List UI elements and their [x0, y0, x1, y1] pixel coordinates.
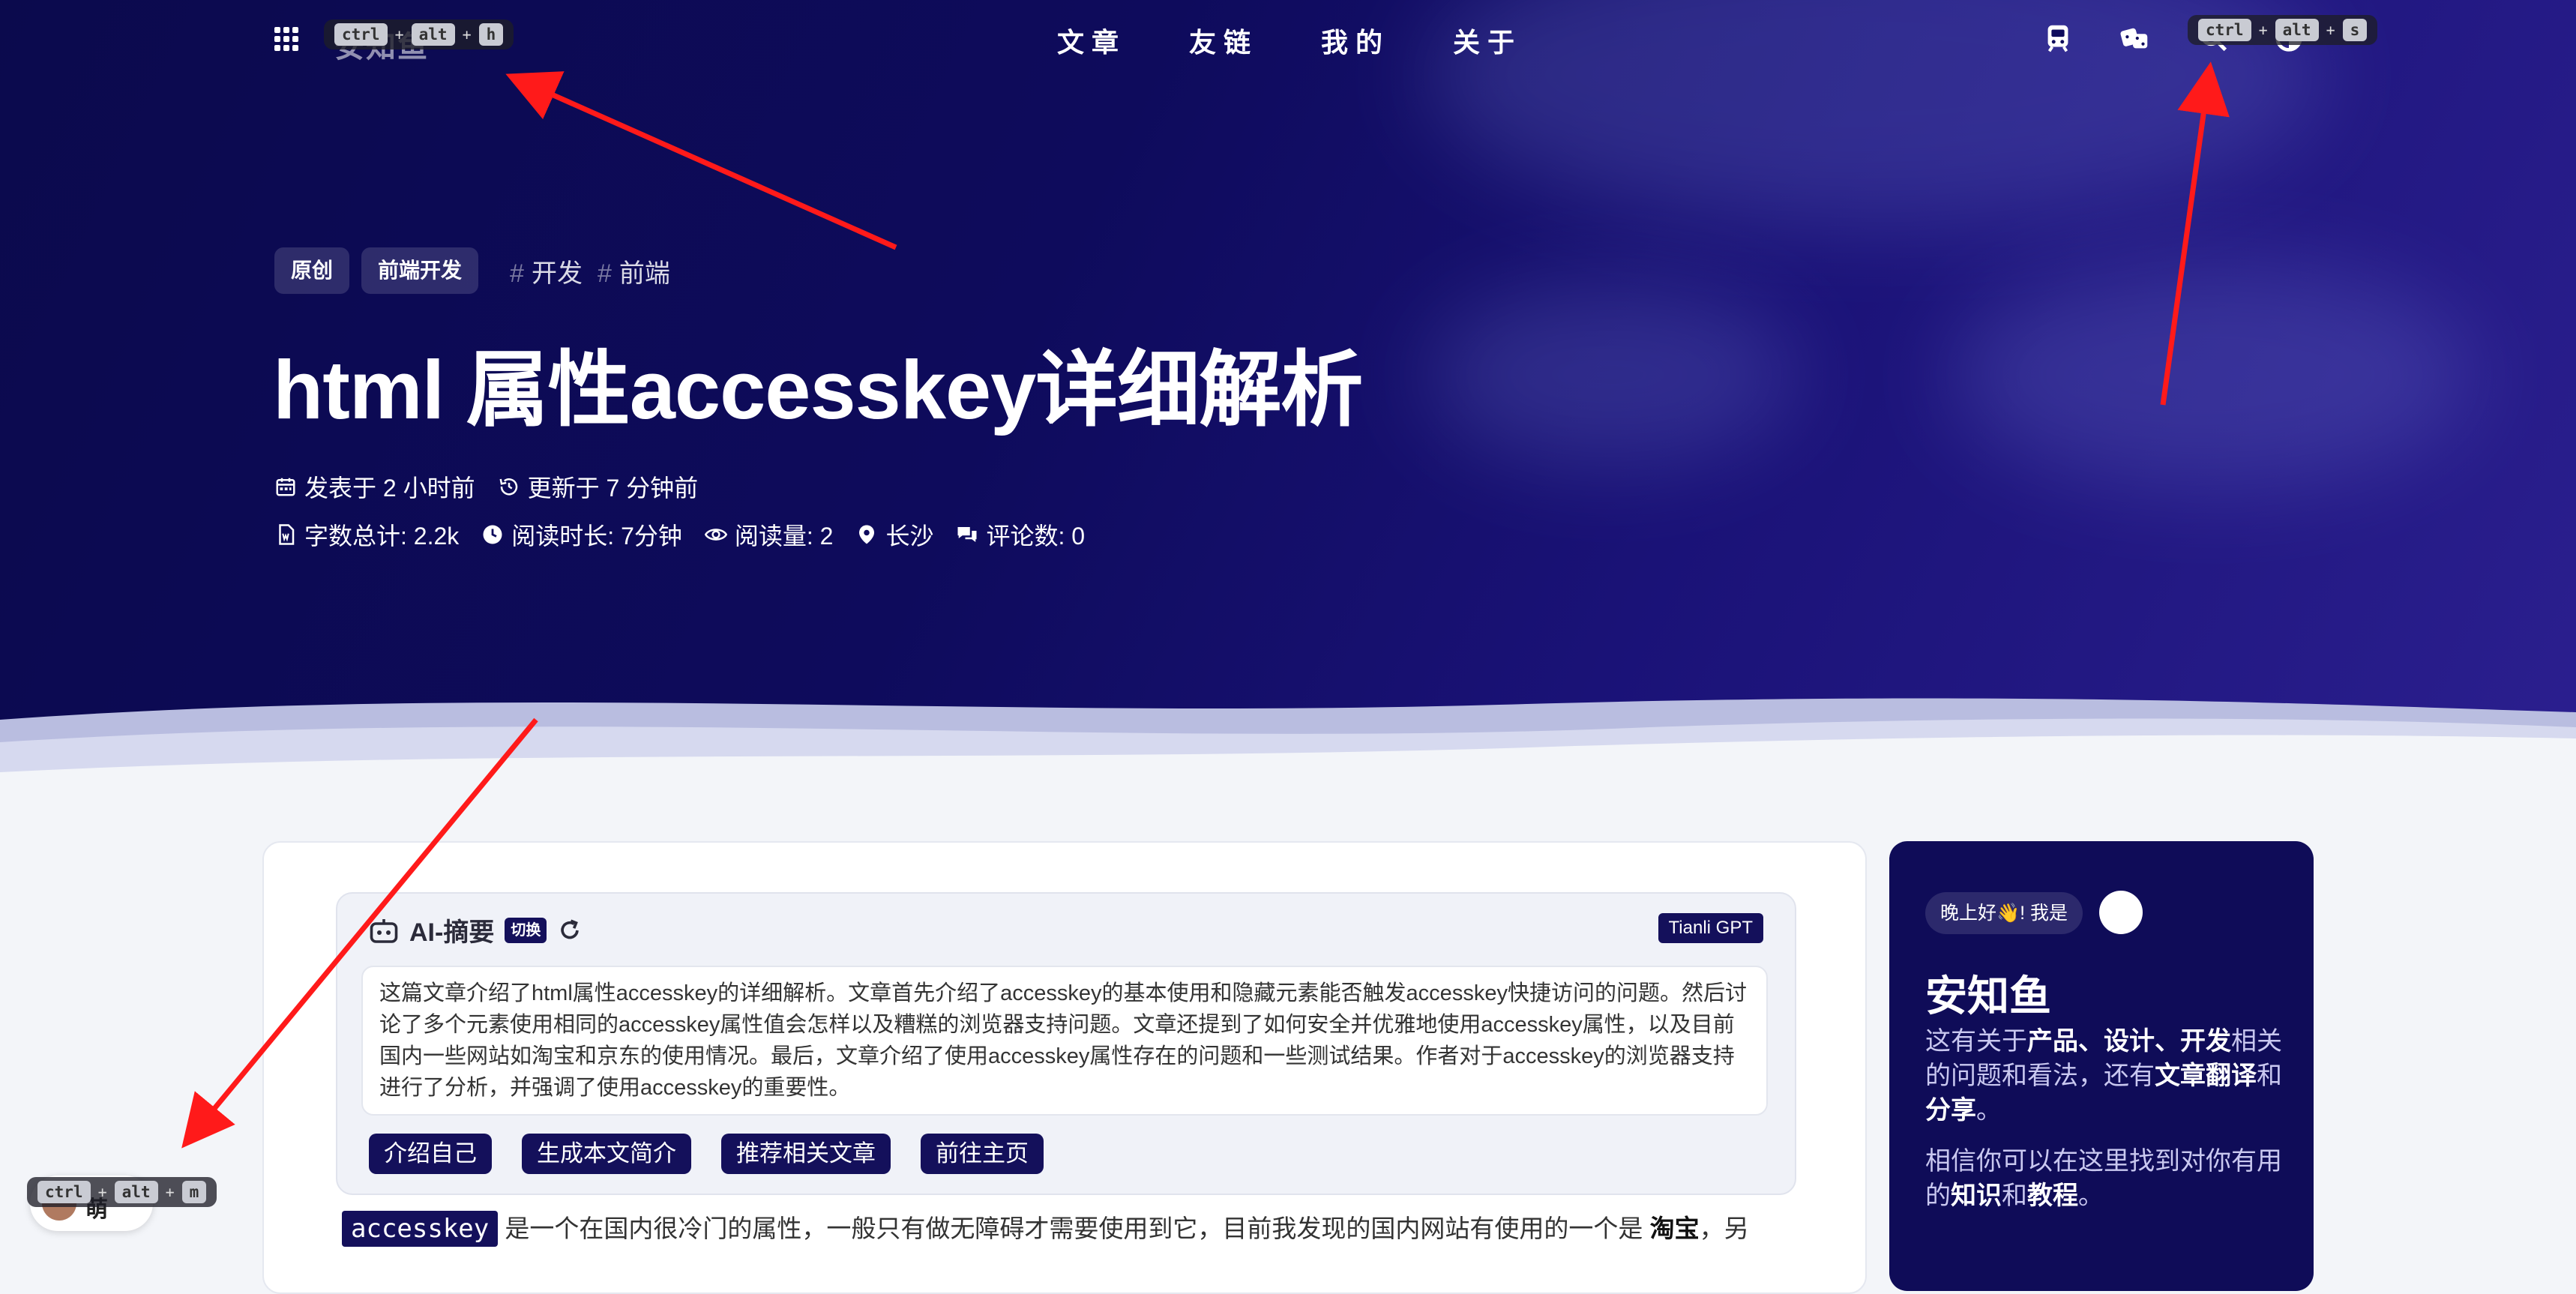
- wave-divider: [0, 698, 2576, 795]
- meta-comments-text: 评论数: 0: [986, 523, 1086, 550]
- paragraph-text-a: 是一个在国内很冷门的属性，一般只有做无障碍才需要使用到它，目前我发现的国内网站有…: [498, 1215, 1650, 1242]
- robot-icon: [370, 918, 398, 943]
- clock-icon: [483, 525, 502, 544]
- ai-actions: 介绍自己 生成本文简介 推荐相关文章 前往主页: [369, 1134, 1044, 1174]
- paragraph-bold: 淘宝: [1649, 1215, 1700, 1242]
- tag-category[interactable]: 前端开发: [361, 247, 479, 294]
- desc-bold: 知识: [1951, 1182, 2002, 1210]
- meta-readtime: 阅读时长: 7分钟: [481, 517, 682, 552]
- article-card: AI-摘要 切换 Tianli GPT 这篇文章介绍了html属性accessk…: [262, 841, 1867, 1294]
- desc-text: 。: [1976, 1096, 2002, 1125]
- meta-wordcount-text: 字数总计: 2.2k: [304, 523, 460, 550]
- article-paragraph: accesskey 是一个在国内很冷门的属性，一般只有做无障碍才需要使用到它，目…: [342, 1209, 1749, 1249]
- post-tags: 原创 前端开发 # 开发 # 前端: [274, 247, 670, 294]
- key-alt: alt: [114, 1181, 158, 1203]
- hashtag-dev[interactable]: # 开发: [510, 253, 583, 289]
- menu-item-articles[interactable]: 文章: [1057, 21, 1189, 60]
- key-h: h: [478, 23, 504, 46]
- shortcut-hint-home: ctrl + alt + h: [324, 19, 514, 49]
- meta-location: 长沙: [855, 517, 933, 552]
- desc-text: 和: [2002, 1182, 2027, 1210]
- meta-published: 发表于 2 小时前: [274, 469, 475, 504]
- shortcut-hint-search: ctrl + alt + s: [2188, 15, 2378, 45]
- desc-bold: 文章翻译: [2155, 1062, 2257, 1090]
- calendar-icon: [276, 478, 295, 496]
- ai-summary-header: AI-摘要 切换: [369, 912, 583, 948]
- meta-published-text: 发表于 2 小时前: [304, 475, 475, 502]
- eye-icon: [704, 529, 727, 541]
- meta-updated-text: 更新于 7 分钟前: [527, 475, 699, 502]
- author-description-2: 相信你可以在这里找到对你有用的知识和教程。: [1925, 1144, 2285, 1213]
- switch-button[interactable]: 切换: [505, 917, 547, 943]
- desc-text: 。: [2078, 1182, 2104, 1210]
- inline-code: accesskey: [342, 1211, 499, 1247]
- shortcut-hint-music: ctrl + alt + m: [27, 1177, 217, 1207]
- hashtag-label: 前端: [619, 259, 670, 288]
- recommend-articles-button[interactable]: 推荐相关文章: [721, 1134, 891, 1174]
- main-menu: 文章 友链 我的 关于: [1057, 21, 1585, 60]
- meta-comments[interactable]: 评论数: 0: [956, 517, 1085, 552]
- desc-bold: 产品、设计、开发: [2027, 1027, 2231, 1056]
- author-card: 晚上好👋! 我是 ✍ 安知鱼 这有关于产品、设计、开发相关的问题和看法，还有文章…: [1889, 841, 2314, 1291]
- meta-updated: 更新于 7 分钟前: [498, 469, 699, 504]
- meta-views-text: 阅读量: 2: [734, 523, 834, 550]
- author-description: 这有关于产品、设计、开发相关的问题和看法，还有文章翻译和分享。: [1925, 1024, 2285, 1128]
- generate-summary-button[interactable]: 生成本文简介: [522, 1134, 691, 1174]
- menu-item-links[interactable]: 友链: [1189, 21, 1321, 60]
- greeting-pill: 晚上好👋! 我是: [1925, 892, 2083, 934]
- desc-bold: 分享: [1925, 1096, 1976, 1125]
- paragraph-text-b: ，另: [1699, 1215, 1749, 1242]
- key-ctrl: ctrl: [2198, 19, 2251, 41]
- go-home-button[interactable]: 前往主页: [921, 1134, 1044, 1174]
- meta-views: 阅读量: 2: [704, 517, 834, 552]
- meta-location-text: 长沙: [885, 523, 934, 550]
- location-pin-icon: [859, 525, 875, 544]
- menu-item-mine[interactable]: 我的: [1321, 21, 1453, 60]
- comments-icon: [957, 527, 977, 542]
- post-meta-stats: 字数总计: 2.2k 阅读时长: 7分钟 阅读量: 2 长沙 评论数: 0: [274, 517, 1085, 552]
- key-m: m: [181, 1181, 207, 1203]
- ai-summary-text: 这篇文章介绍了html属性accesskey的详细解析。文章首先介绍了acces…: [361, 966, 1768, 1116]
- gpt-badge[interactable]: Tianli GPT: [1658, 913, 1763, 943]
- author-name: 安知鱼: [1925, 972, 2051, 1020]
- key-ctrl: ctrl: [37, 1181, 91, 1203]
- post-meta-dates: 发表于 2 小时前 更新于 7 分钟前: [274, 469, 698, 504]
- desc-text: 这有关于: [1925, 1027, 2027, 1056]
- desc-bold: 教程: [2027, 1182, 2078, 1210]
- key-s: s: [2342, 19, 2368, 41]
- menu-item-about[interactable]: 关于: [1453, 21, 1585, 60]
- history-icon: [499, 478, 517, 496]
- refresh-icon[interactable]: [557, 918, 583, 943]
- dice-icon[interactable]: [2117, 21, 2152, 55]
- key-ctrl: ctrl: [334, 23, 388, 46]
- post-title: html 属性accesskey详细解析: [273, 344, 1363, 436]
- meta-readtime-text: 阅读时长: 7分钟: [511, 523, 682, 550]
- writing-hand-icon: ✍: [2099, 891, 2143, 934]
- apps-grid-icon[interactable]: [274, 27, 298, 51]
- hashtag-label: 开发: [531, 259, 583, 288]
- key-alt: alt: [411, 23, 455, 46]
- meta-wordcount: 字数总计: 2.2k: [274, 517, 459, 552]
- subway-icon[interactable]: [2041, 21, 2075, 55]
- word-file-icon: [279, 524, 295, 545]
- desc-text: 和: [2257, 1062, 2282, 1090]
- introduce-self-button[interactable]: 介绍自己: [369, 1134, 492, 1174]
- hashtag-frontend[interactable]: # 前端: [598, 253, 670, 289]
- tag-original[interactable]: 原创: [274, 247, 350, 294]
- key-alt: alt: [2275, 19, 2319, 41]
- ai-summary-title: AI-摘要: [409, 918, 495, 947]
- ai-summary-panel: AI-摘要 切换 Tianli GPT 这篇文章介绍了html属性accessk…: [336, 892, 1796, 1195]
- top-nav: 安知鱼 ctrl+ alt+ h 文章 友链 我的 关于 ctrl+ alt+ …: [0, 0, 2576, 79]
